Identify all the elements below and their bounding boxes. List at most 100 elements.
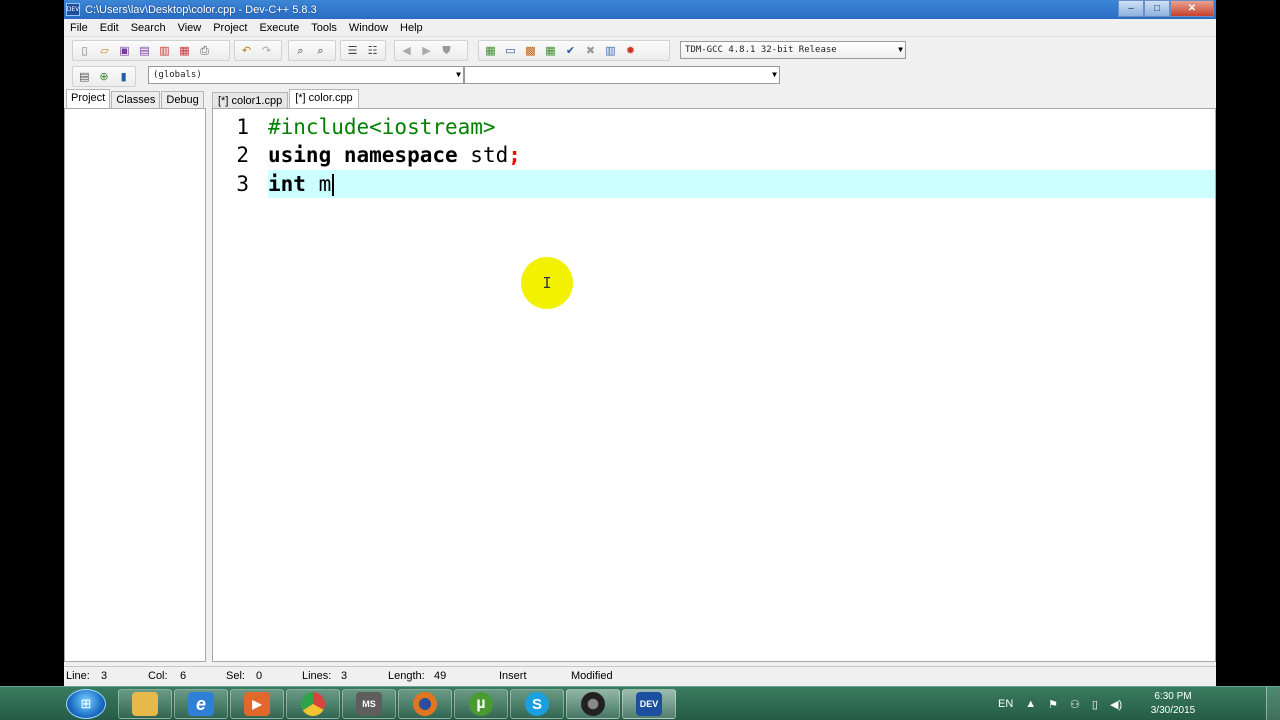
action-center-icon[interactable]: ⚑: [1048, 698, 1058, 711]
compiler-select[interactable]: TDM-GCC 4.8.1 32-bit Release ▼: [680, 41, 906, 59]
goto-back-icon[interactable]: ◀: [398, 42, 415, 59]
taskbar-app-media-player[interactable]: ▶: [230, 689, 284, 719]
close-file-icon[interactable]: ▥: [156, 42, 173, 59]
taskbar-app-devcpp[interactable]: DEV: [622, 689, 676, 719]
menu-edit[interactable]: Edit: [94, 19, 125, 37]
title-bar[interactable]: DEV C:\Users\lav\Desktop\color.cpp - Dev…: [64, 0, 1216, 19]
status-lines-value: 3: [341, 670, 348, 682]
syntax-check-icon[interactable]: ✔: [562, 42, 579, 59]
undo-icon[interactable]: ↶: [238, 42, 255, 59]
menu-window[interactable]: Window: [343, 19, 394, 37]
language-indicator[interactable]: EN: [998, 698, 1013, 710]
chevron-down-icon: ▼: [772, 70, 777, 79]
skype-icon: S: [525, 692, 549, 716]
code-line: 3 int m: [213, 170, 1215, 198]
menu-tools[interactable]: Tools: [305, 19, 343, 37]
project-options-icon[interactable]: ▮: [115, 68, 132, 85]
keyword: using namespace: [268, 143, 458, 167]
system-clock[interactable]: 6:30 PM 3/30/2015: [1140, 690, 1206, 718]
taskbar-app-chrome[interactable]: [286, 689, 340, 719]
debug-icon[interactable]: ✹: [622, 42, 639, 59]
find-icon[interactable]: ⌕: [292, 42, 309, 59]
menu-help[interactable]: Help: [394, 19, 429, 37]
menu-execute[interactable]: Execute: [253, 19, 305, 37]
status-line-label: Line:: [66, 670, 90, 682]
save-all-icon[interactable]: ▤: [136, 42, 153, 59]
tab-classes[interactable]: Classes: [111, 91, 161, 108]
bookmark-icon[interactable]: ⛊: [438, 42, 455, 59]
identifier: std: [457, 143, 509, 167]
chrome-icon: [301, 692, 325, 716]
minimize-button[interactable]: –: [1118, 0, 1144, 17]
devcpp-app-icon[interactable]: DEV: [66, 3, 80, 16]
add-to-project-icon[interactable]: ⊕: [96, 68, 113, 85]
new-file-icon[interactable]: ▯: [76, 42, 93, 59]
taskbar-app-firefox[interactable]: [398, 689, 452, 719]
status-insert-mode: Insert: [499, 670, 527, 682]
status-sel-label: Sel:: [226, 670, 245, 682]
scope-select[interactable]: (globals) ▼: [148, 66, 464, 84]
screen-border-left: [0, 0, 64, 686]
devcpp-icon: DEV: [636, 692, 662, 716]
windows-taskbar: ⊞ e ▶ MS µ S DEV EN ▲ ⚑ ⚇ ▯ ◀) 6:30 PM 3…: [0, 686, 1280, 720]
taskbar-app-utorrent[interactable]: µ: [454, 689, 508, 719]
status-length-label: Length:: [388, 670, 425, 682]
window-title: C:\Users\lav\Desktop\color.cpp - Dev-C++…: [85, 3, 317, 16]
redo-icon[interactable]: ↷: [258, 42, 275, 59]
battery-icon[interactable]: ▯: [1092, 698, 1098, 711]
unindent-icon[interactable]: ☷: [364, 42, 381, 59]
network-icon[interactable]: ⚇: [1070, 698, 1080, 711]
aperture-icon: [581, 692, 605, 716]
taskbar-app-msconfig[interactable]: MS: [342, 689, 396, 719]
goto-forward-icon[interactable]: ▶: [418, 42, 435, 59]
system-tray: EN ▲ ⚑ ⚇ ▯ ◀): [998, 687, 1122, 720]
tab-debug[interactable]: Debug: [161, 91, 204, 108]
taskbar-app-skype[interactable]: S: [510, 689, 564, 719]
devcpp-window: DEV C:\Users\lav\Desktop\color.cpp - Dev…: [64, 0, 1216, 686]
menu-project[interactable]: Project: [207, 19, 253, 37]
profile-icon[interactable]: ▥: [602, 42, 619, 59]
tab-project[interactable]: Project: [66, 89, 111, 108]
taskbar-app-explorer[interactable]: [118, 689, 172, 719]
run-icon[interactable]: ▭: [502, 42, 519, 59]
text-caret: [332, 174, 335, 196]
save-icon[interactable]: ▣: [116, 42, 133, 59]
close-all-icon[interactable]: ▦: [176, 42, 193, 59]
start-button[interactable]: ⊞: [66, 689, 106, 719]
compile-run-icon[interactable]: ▩: [522, 42, 539, 59]
mouse-highlight: I: [521, 257, 573, 309]
chevron-down-icon: ▼: [898, 45, 903, 54]
rebuild-all-icon[interactable]: ▦: [542, 42, 559, 59]
new-project-icon[interactable]: ▤: [76, 68, 93, 85]
compiler-select-value: TDM-GCC 4.8.1 32-bit Release: [685, 45, 837, 55]
menu-search[interactable]: Search: [125, 19, 172, 37]
open-file-icon[interactable]: ▱: [96, 42, 113, 59]
taskbar-app-aperture[interactable]: [566, 689, 620, 719]
screen-border-right: [1216, 0, 1280, 686]
indent-icon[interactable]: ☰: [344, 42, 361, 59]
project-toolbar-group: ▤ ⊕ ▮: [72, 66, 136, 87]
show-hidden-icons-icon[interactable]: ▲: [1025, 698, 1036, 710]
menu-bar: File Edit Search View Project Execute To…: [64, 19, 1216, 37]
menu-file[interactable]: File: [64, 19, 94, 37]
status-line-value: 3: [101, 670, 108, 682]
taskbar-app-internet-explorer[interactable]: e: [174, 689, 228, 719]
tab-color-cpp[interactable]: [*] color.cpp: [289, 89, 359, 109]
window-controls: – □ ✕: [1118, 0, 1214, 17]
volume-icon[interactable]: ◀): [1110, 698, 1122, 711]
status-length-value: 49: [434, 670, 447, 682]
editor-tabs: [*] color1.cpp [*] color.cpp: [212, 89, 360, 109]
stop-execution-icon[interactable]: ✖: [582, 42, 599, 59]
project-tree[interactable]: [64, 108, 206, 662]
menu-view[interactable]: View: [172, 19, 208, 37]
close-button[interactable]: ✕: [1170, 0, 1214, 17]
build-toolbar-group: ▦ ▭ ▩ ▦ ✔ ✖ ▥ ✹: [478, 40, 670, 61]
tab-color1-cpp[interactable]: [*] color1.cpp: [212, 92, 289, 109]
show-desktop-button[interactable]: [1266, 687, 1280, 720]
maximize-button[interactable]: □: [1144, 0, 1170, 17]
print-icon[interactable]: ⎙: [196, 42, 213, 59]
member-select[interactable]: ▼: [464, 66, 780, 84]
replace-icon[interactable]: ⌕: [312, 42, 329, 59]
compile-icon[interactable]: ▦: [482, 42, 499, 59]
code-editor[interactable]: 1 #include<iostream> 2 using namespace s…: [212, 108, 1216, 662]
